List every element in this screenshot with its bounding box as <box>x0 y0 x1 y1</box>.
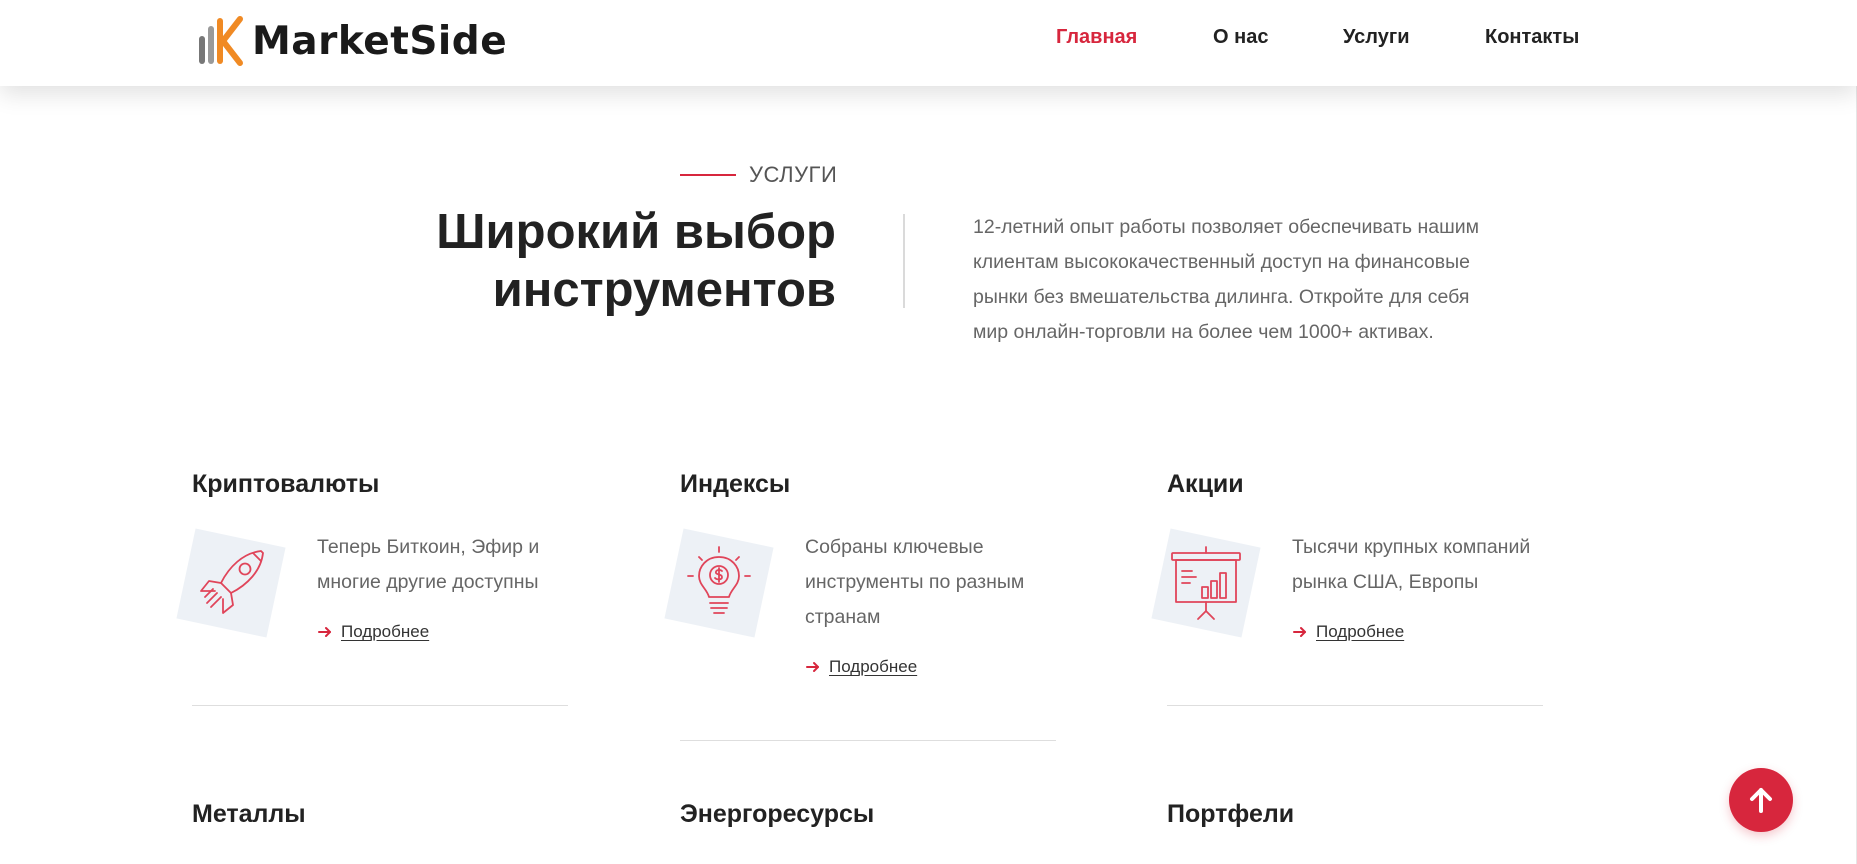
service-card-portfolios: Портфели <box>1167 800 1543 864</box>
arrow-up-icon <box>1750 788 1772 813</box>
eyebrow-accent-line <box>680 174 736 176</box>
service-title: Акции <box>1167 470 1244 498</box>
more-link-label[interactable]: Подробнее <box>341 622 429 642</box>
section-eyebrow: УСЛУГИ <box>680 162 837 188</box>
arrow-right-icon <box>318 627 331 637</box>
arrow-right-icon <box>806 662 819 672</box>
service-card-stocks: Акции Тысячи крупных компаний рынка США,… <box>1151 470 1543 710</box>
arrow-right-icon <box>1293 627 1306 637</box>
service-description: Тысячи крупных компаний рынка США, Европ… <box>1292 536 1531 593</box>
service-title: Металлы <box>192 800 306 828</box>
rocket-icon <box>200 550 264 614</box>
nav-item-contacts[interactable]: Контакты <box>1485 26 1579 49</box>
service-title: Энергоресурсы <box>680 800 875 828</box>
service-title: Криптовалюты <box>192 470 380 498</box>
service-description: Теперь Биткоин, Эфир и многие другие дос… <box>317 536 540 593</box>
lightbulb-dollar-icon <box>687 546 751 614</box>
section-title-line1: Широкий выбор <box>436 205 836 259</box>
card-divider <box>680 740 1056 741</box>
service-title: Портфели <box>1167 800 1295 828</box>
nav-item-about[interactable]: О нас <box>1213 26 1268 49</box>
card-divider <box>192 705 568 706</box>
service-more-link[interactable]: Подробнее <box>317 622 429 642</box>
service-icon-box <box>664 528 774 638</box>
more-link-label[interactable]: Подробнее <box>1316 622 1404 642</box>
brand-logo[interactable]: MarketSide <box>196 14 507 68</box>
nav-item-services[interactable]: Услуги <box>1343 26 1410 49</box>
presentation-chart-icon <box>1171 546 1241 620</box>
site-header: MarketSide Главная О нас Услуги Контакты <box>0 0 1857 86</box>
service-icon-box <box>1151 528 1261 638</box>
service-title: Индексы <box>680 470 791 498</box>
service-icon-box <box>176 528 286 638</box>
service-card-metals: Металлы <box>192 800 568 864</box>
title-divider <box>903 214 905 308</box>
section-description: 12-летний опыт работы позволяет обеспечи… <box>973 216 1480 343</box>
service-more-link[interactable]: Подробнее <box>1292 622 1404 642</box>
service-description: Собраны ключевые инструменты по разным с… <box>805 536 1025 628</box>
back-to-top-button[interactable] <box>1729 768 1793 832</box>
brand-name: MarketSide <box>252 18 508 64</box>
section-title-line2: инструментов <box>492 263 836 317</box>
eyebrow-text: УСЛУГИ <box>749 162 838 187</box>
service-card-energy: Энергоресурсы <box>680 800 1056 864</box>
more-link-label[interactable]: Подробнее <box>829 657 917 677</box>
logo-mark-icon <box>199 16 243 66</box>
section-title: Широкий выбор инструментов <box>380 203 836 319</box>
service-card-crypto: Криптовалюты Теперь Биткоин, Эфир и мног… <box>176 470 568 710</box>
nav-item-home[interactable]: Главная <box>1056 26 1137 49</box>
service-more-link[interactable]: Подробнее <box>805 657 917 677</box>
service-card-indices: Индексы Собраны ключевые инструменты по … <box>664 470 1056 746</box>
card-divider <box>1167 705 1543 706</box>
